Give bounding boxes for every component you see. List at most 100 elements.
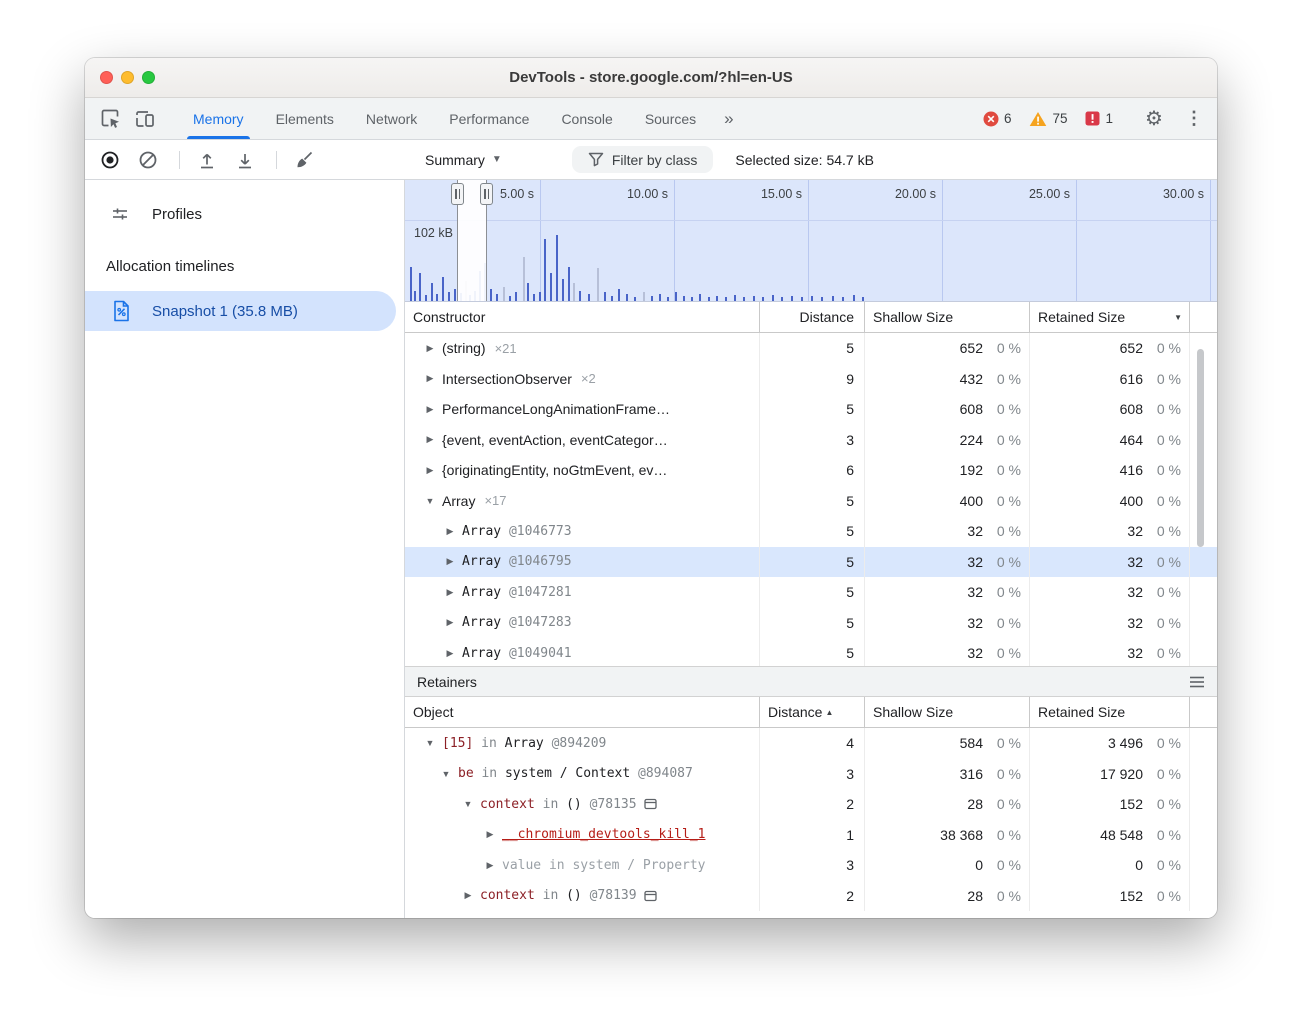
shallow-size-cell: 5840 % bbox=[865, 728, 1030, 759]
tab-performance[interactable]: Performance bbox=[433, 98, 545, 139]
timeline-bar bbox=[562, 279, 564, 301]
minimize-window-button[interactable] bbox=[121, 71, 134, 84]
constructor-row[interactable]: ▶Array @10472835320 %320 % bbox=[405, 608, 1217, 639]
selection-left-handle[interactable] bbox=[451, 183, 464, 205]
zoom-window-button[interactable] bbox=[142, 71, 155, 84]
close-window-button[interactable] bbox=[100, 71, 113, 84]
tab-console[interactable]: Console bbox=[545, 98, 628, 139]
constructor-row[interactable]: ▶Array @10467955320 %320 % bbox=[405, 547, 1217, 578]
inspect-element-button[interactable] bbox=[93, 103, 127, 135]
retainer-row[interactable]: ▼be in system / Context @89408733160 %17… bbox=[405, 759, 1217, 790]
retainer-row[interactable]: ▶__chromium_devtools_kill_1138 3680 %48 … bbox=[405, 820, 1217, 851]
kebab-menu-button[interactable]: ⋮ bbox=[1177, 103, 1211, 135]
shallow-size-percent: 0 % bbox=[983, 493, 1029, 509]
disclosure-triangle[interactable]: ▶ bbox=[484, 829, 496, 840]
constructor-row[interactable]: ▶(string)×2156520 %6520 % bbox=[405, 333, 1217, 364]
disclosure-triangle[interactable]: ▶ bbox=[444, 526, 456, 537]
column-header-constructor[interactable]: Constructor bbox=[405, 302, 760, 332]
record-heap-button[interactable] bbox=[93, 144, 127, 176]
retainer-row[interactable]: ▶value in system / Property300 %00 % bbox=[405, 850, 1217, 881]
issue-icon bbox=[1085, 111, 1100, 126]
retainer-object-cell: ▼context in () @78135 bbox=[405, 789, 760, 820]
retained-size-cell: 1520 % bbox=[1030, 881, 1190, 912]
constructor-name-cell: ▶Array @1046795 bbox=[405, 547, 760, 578]
column-header-distance[interactable]: Distance ▲ bbox=[760, 697, 865, 727]
column-header-retained-size[interactable]: Retained Size bbox=[1030, 697, 1190, 727]
save-profile-button[interactable] bbox=[228, 144, 262, 176]
distance-cell: 5 bbox=[760, 394, 865, 425]
profiles-header[interactable]: Profiles bbox=[85, 194, 404, 234]
column-header-object[interactable]: Object bbox=[405, 697, 760, 727]
object-id: @894087 bbox=[630, 766, 693, 781]
disclosure-triangle[interactable]: ▶ bbox=[424, 373, 436, 384]
perspective-select[interactable]: Summary ▼ bbox=[421, 152, 506, 168]
class-filter-input[interactable]: Filter by class bbox=[572, 146, 714, 173]
timeline-bar bbox=[832, 296, 834, 301]
clear-all-profiles-button[interactable] bbox=[131, 144, 165, 176]
constructor-row[interactable]: ▶Array @10472815320 %320 % bbox=[405, 577, 1217, 608]
edge-name: context bbox=[480, 797, 535, 812]
constructor-row[interactable]: ▶Array @10490415320 %320 % bbox=[405, 638, 1217, 666]
retainer-row[interactable]: ▼[15] in Array @89420945840 %3 4960 % bbox=[405, 728, 1217, 759]
issues-badge[interactable]: 1 bbox=[1085, 111, 1113, 126]
disclosure-triangle[interactable]: ▼ bbox=[424, 496, 436, 506]
constructor-row[interactable]: ▶{originatingEntity, noGtmEvent, ev…6192… bbox=[405, 455, 1217, 486]
vertical-scrollbar-thumb[interactable] bbox=[1197, 349, 1204, 547]
distance-cell: 2 bbox=[760, 789, 865, 820]
retained-size-percent: 0 % bbox=[1143, 766, 1189, 782]
shallow-size-cell: 3160 % bbox=[865, 759, 1030, 790]
distance-cell: 5 bbox=[760, 638, 865, 666]
distance-cell: 3 bbox=[760, 759, 865, 790]
column-header-shallow-size[interactable]: Shallow Size bbox=[865, 697, 1030, 727]
tab-elements[interactable]: Elements bbox=[260, 98, 350, 139]
disclosure-triangle[interactable]: ▶ bbox=[444, 648, 456, 659]
selection-right-handle[interactable] bbox=[480, 183, 493, 205]
disclosure-triangle[interactable]: ▶ bbox=[484, 860, 496, 871]
timeline-bar bbox=[643, 292, 645, 301]
disclosure-triangle[interactable]: ▼ bbox=[462, 799, 474, 809]
timeline-selection[interactable] bbox=[457, 180, 487, 301]
timeline-bar bbox=[618, 289, 620, 301]
column-header-distance[interactable]: Distance bbox=[760, 302, 865, 332]
device-toolbar-button[interactable] bbox=[127, 103, 161, 135]
constructor-row[interactable]: ▶Array @10467735320 %320 % bbox=[405, 516, 1217, 547]
disclosure-triangle[interactable]: ▶ bbox=[444, 587, 456, 598]
load-profile-button[interactable] bbox=[190, 144, 224, 176]
disclosure-triangle[interactable]: ▶ bbox=[462, 890, 474, 901]
disclosure-triangle[interactable]: ▶ bbox=[424, 343, 436, 354]
disclosure-triangle[interactable]: ▶ bbox=[424, 434, 436, 445]
tab-memory[interactable]: Memory bbox=[177, 98, 260, 139]
retainer-row[interactable]: ▶context in () @781392280 %1520 % bbox=[405, 881, 1217, 912]
delete-profile-button[interactable] bbox=[287, 144, 321, 176]
disclosure-triangle[interactable]: ▶ bbox=[424, 404, 436, 415]
edge-name: context bbox=[480, 888, 535, 903]
disclosure-triangle[interactable]: ▶ bbox=[424, 465, 436, 476]
disclosure-triangle[interactable]: ▼ bbox=[424, 738, 436, 748]
shallow-size-percent: 0 % bbox=[983, 857, 1029, 873]
tab-sources[interactable]: Sources bbox=[629, 98, 712, 139]
retainers-menu-button[interactable] bbox=[1189, 675, 1205, 689]
errors-badge[interactable]: 6 bbox=[983, 111, 1012, 127]
timeline-bar bbox=[419, 273, 421, 301]
timeline-bar bbox=[734, 295, 736, 301]
constructor-row[interactable]: ▼Array×1754000 %4000 % bbox=[405, 486, 1217, 517]
disclosure-triangle[interactable]: ▼ bbox=[440, 769, 452, 779]
more-tabs-button[interactable]: » bbox=[712, 98, 745, 139]
disclosure-triangle[interactable]: ▶ bbox=[444, 617, 456, 628]
warnings-badge[interactable]: 75 bbox=[1029, 111, 1067, 127]
class-filter-placeholder: Filter by class bbox=[612, 152, 698, 168]
disclosure-triangle[interactable]: ▶ bbox=[444, 556, 456, 567]
sidebar-item-snapshot-1[interactable]: Snapshot 1 (35.8 MB) bbox=[85, 291, 396, 331]
constructor-row[interactable]: ▶{event, eventAction, eventCategor…32240… bbox=[405, 425, 1217, 456]
settings-button[interactable]: ⚙ bbox=[1137, 103, 1171, 135]
tab-network[interactable]: Network bbox=[350, 98, 433, 139]
constructor-row[interactable]: ▶IntersectionObserver×294320 %6160 % bbox=[405, 364, 1217, 395]
timeline-bar bbox=[454, 289, 456, 301]
constructor-row[interactable]: ▶PerformanceLongAnimationFrame…56080 %60… bbox=[405, 394, 1217, 425]
column-header-shallow-size[interactable]: Shallow Size bbox=[865, 302, 1030, 332]
shallow-size-percent: 0 % bbox=[983, 827, 1029, 843]
retainer-row[interactable]: ▼context in () @781352280 %1520 % bbox=[405, 789, 1217, 820]
distance-value: 5 bbox=[846, 645, 854, 661]
allocation-timeline[interactable]: 5.00 s10.00 s15.00 s20.00 s25.00 s30.00 … bbox=[405, 180, 1217, 302]
column-header-retained-size[interactable]: Retained Size ▼ bbox=[1030, 302, 1190, 332]
